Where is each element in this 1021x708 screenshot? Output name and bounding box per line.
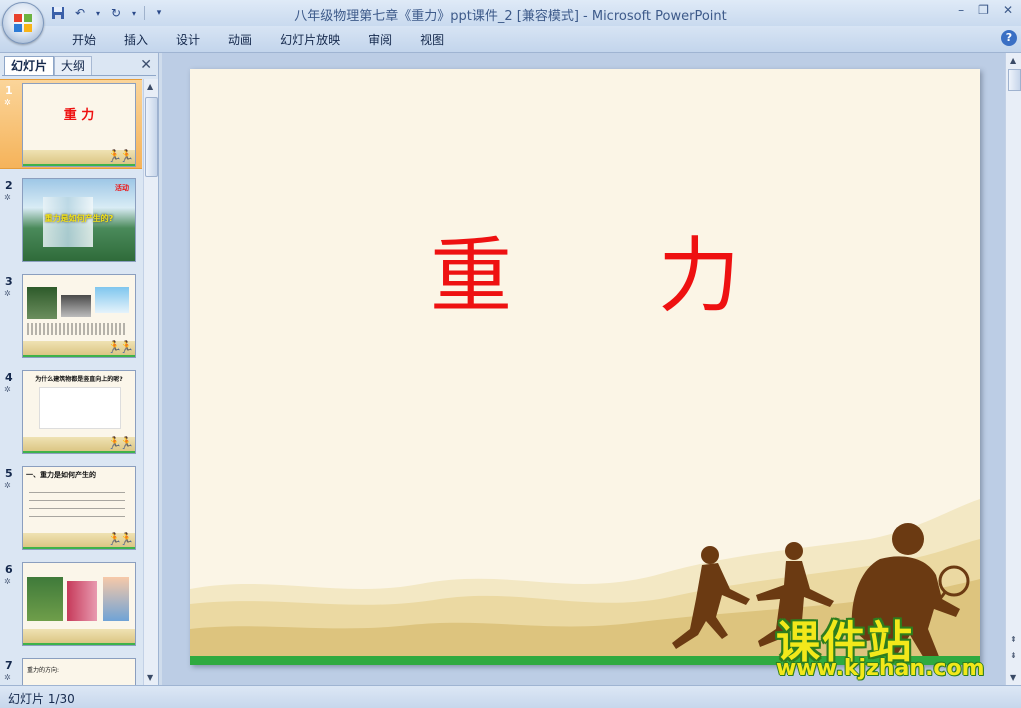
slide-number: 6 (5, 563, 13, 576)
animation-marker-icon: ✲ (4, 193, 11, 202)
slide-thumbnail-5[interactable]: 5 ✲ 一、重力是如何产生的 🏃🏃 (0, 463, 142, 551)
slide-indicator: 幻灯片 1/30 (8, 692, 75, 706)
slide-preview: 活动 重力是如何产生的? (22, 178, 136, 262)
close-pane-icon[interactable]: ✕ (140, 57, 152, 73)
thumb-title: 为什么建筑物都是竖直向上的呢? (35, 376, 123, 383)
runners-icon: 🏃🏃 (107, 340, 134, 354)
tab-slides[interactable]: 幻灯片 (4, 56, 55, 75)
animation-marker-icon: ✲ (4, 673, 11, 682)
watermark-logo: 课件站 www.kjzhan.com (770, 606, 1006, 686)
scroll-thumb[interactable] (1008, 69, 1021, 91)
photo-basketball (61, 295, 91, 317)
animation-marker-icon: ✲ (4, 385, 11, 394)
illustration-girl (103, 577, 129, 621)
window-title: 八年级物理第七章《重力》ppt课件_2 [兼容模式] - Microsoft P… (294, 9, 727, 24)
slide-thumbnail-3[interactable]: 3 ✲ 🏃🏃 (0, 271, 142, 359)
close-window-icon[interactable]: ✕ (1003, 3, 1013, 17)
restore-icon[interactable]: ❐ (978, 3, 989, 17)
slide-number: 1 (5, 84, 13, 97)
slide-thumbnail-7[interactable]: 7 ✲ 重力的方向: (0, 655, 142, 685)
window-controls: – ❐ ✕ (958, 3, 1013, 17)
thumb-title: 重 力 (63, 108, 95, 123)
slide-thumbnail-4[interactable]: 4 ✲ 为什么建筑物都是竖直向上的呢? 🏃🏃 (0, 367, 142, 455)
tab-slide-show[interactable]: 幻灯片放映 (266, 31, 354, 49)
scroll-thumb[interactable] (145, 97, 158, 177)
slide-title[interactable]: 重 力 (190, 209, 980, 328)
slides-pane-scrollbar[interactable]: ▲ ▼ (143, 79, 158, 685)
help-icon[interactable]: ? (1001, 30, 1017, 46)
animation-marker-icon: ✲ (4, 481, 11, 490)
photo-waterfall (27, 287, 57, 319)
slide-preview: 一、重力是如何产生的 🏃🏃 (22, 466, 136, 550)
prev-slide-icon[interactable]: ⇞ (1010, 635, 1017, 644)
slide-number: 2 (5, 179, 13, 192)
tab-insert[interactable]: 插入 (110, 31, 162, 49)
slide-preview: 重力的方向: (22, 658, 136, 685)
scroll-up-icon[interactable]: ▲ (147, 82, 153, 91)
thumb-title: 重力是如何产生的? (44, 214, 114, 223)
thumb-tag: 活动 (115, 184, 129, 192)
slide-number: 4 (5, 371, 13, 384)
scroll-down-icon[interactable]: ▼ (147, 673, 153, 682)
tab-outline[interactable]: 大纲 (54, 56, 93, 75)
current-slide[interactable]: 重 力 (190, 69, 980, 665)
pane-tabs: 幻灯片 大纲 ✕ (2, 55, 156, 76)
slide-preview (22, 562, 136, 646)
photo-skier (95, 287, 129, 313)
animation-marker-icon: ✲ (4, 98, 11, 107)
ribbon: 开始 插入 设计 动画 幻灯片放映 审阅 视图 ? (0, 26, 1021, 53)
next-slide-icon[interactable]: ⇟ (1010, 651, 1017, 660)
status-bar: 幻灯片 1/30 (0, 685, 1021, 708)
minimize-icon[interactable]: – (958, 3, 964, 17)
runners-icon: 🏃🏃 (107, 532, 134, 546)
slide-number: 7 (5, 659, 13, 672)
slides-pane: 幻灯片 大纲 ✕ 1 ✲ 重 力 🏃🏃 2 ✲ 活动 重力是如何产生的? 3 ✲… (0, 53, 159, 685)
tab-animations[interactable]: 动画 (214, 31, 266, 49)
illustration-clothes (67, 581, 97, 621)
tab-design[interactable]: 设计 (162, 31, 214, 49)
slide-preview: 🏃🏃 (22, 274, 136, 358)
slide-preview: 为什么建筑物都是竖直向上的呢? 🏃🏃 (22, 370, 136, 454)
scroll-down-icon[interactable]: ▼ (1010, 673, 1016, 682)
tab-home[interactable]: 开始 (58, 31, 110, 49)
runners-icon: 🏃🏃 (107, 149, 134, 163)
editor-scrollbar[interactable]: ▲ ⇞ ⇟ ▼ (1005, 53, 1021, 685)
office-button[interactable] (2, 2, 44, 44)
runners-icon: 🏃🏃 (107, 436, 134, 450)
slide-thumbnail-1[interactable]: 1 ✲ 重 力 🏃🏃 (0, 79, 142, 169)
animation-marker-icon: ✲ (4, 577, 11, 586)
slide-number: 3 (5, 275, 13, 288)
illustration-tree (27, 577, 63, 621)
ribbon-tabs: 开始 插入 设计 动画 幻灯片放映 审阅 视图 (58, 31, 458, 49)
tab-view[interactable]: 视图 (406, 31, 458, 49)
thumbnail-list: 1 ✲ 重 力 🏃🏃 2 ✲ 活动 重力是如何产生的? 3 ✲ 🏃🏃 4 ✲ 为… (0, 79, 142, 685)
thumb-title: 一、重力是如何产生的 (26, 471, 96, 479)
tab-review[interactable]: 审阅 (354, 31, 406, 49)
slide-number: 5 (5, 467, 13, 480)
scroll-up-icon[interactable]: ▲ (1010, 56, 1016, 65)
slide-thumbnail-6[interactable]: 6 ✲ (0, 559, 142, 647)
slide-thumbnail-2[interactable]: 2 ✲ 活动 重力是如何产生的? (0, 175, 142, 263)
diagram-image (39, 387, 121, 429)
slide-editor: 重 力 (162, 53, 1005, 685)
title-bar: ↶ ▾ ↻ ▾ ▾ 八年级物理第七章《重力》ppt课件_2 [兼容模式] - M… (0, 0, 1021, 26)
thumb-title: 重力的方向: (27, 667, 60, 674)
animation-marker-icon: ✲ (4, 289, 11, 298)
background-hills (190, 499, 980, 665)
watermark-url: www.kjzhan.com (776, 656, 985, 681)
slide-preview: 重 力 🏃🏃 (22, 83, 136, 167)
office-logo-icon (14, 14, 32, 32)
